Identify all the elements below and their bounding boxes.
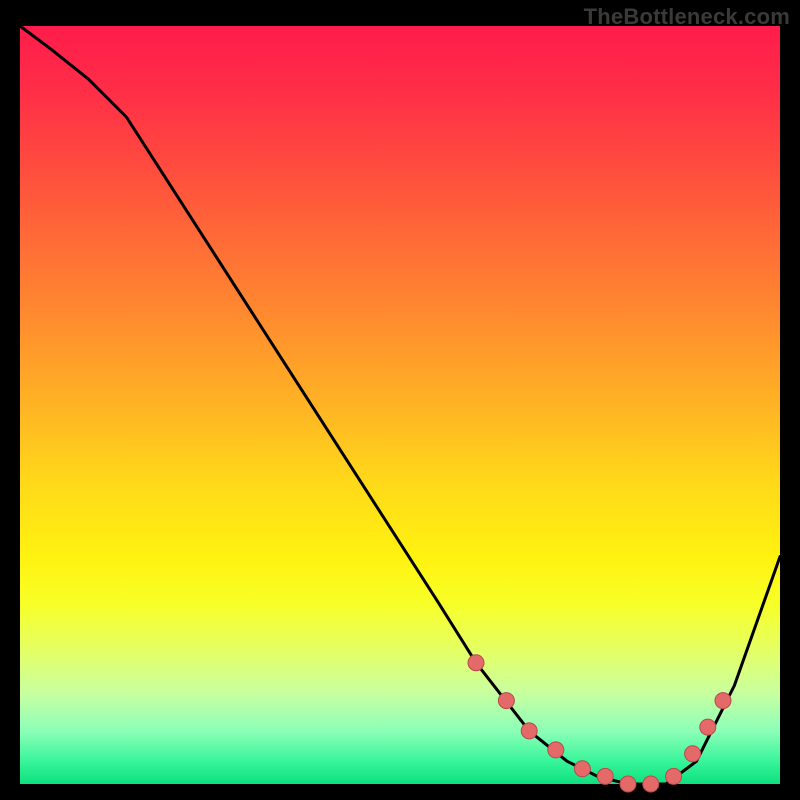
chart-frame: TheBottleneck.com <box>0 0 800 800</box>
marker-point <box>597 768 613 784</box>
marker-point <box>666 768 682 784</box>
marker-point <box>498 693 514 709</box>
marker-point <box>700 719 716 735</box>
marker-point <box>574 761 590 777</box>
marker-point <box>643 776 659 792</box>
marker-group <box>468 655 731 792</box>
marker-point <box>548 742 564 758</box>
plot-area <box>20 26 780 784</box>
marker-point <box>620 776 636 792</box>
marker-point <box>521 723 537 739</box>
marker-point <box>468 655 484 671</box>
marker-point <box>685 746 701 762</box>
curve-line <box>20 26 780 784</box>
curve-svg <box>20 26 780 784</box>
marker-point <box>715 693 731 709</box>
